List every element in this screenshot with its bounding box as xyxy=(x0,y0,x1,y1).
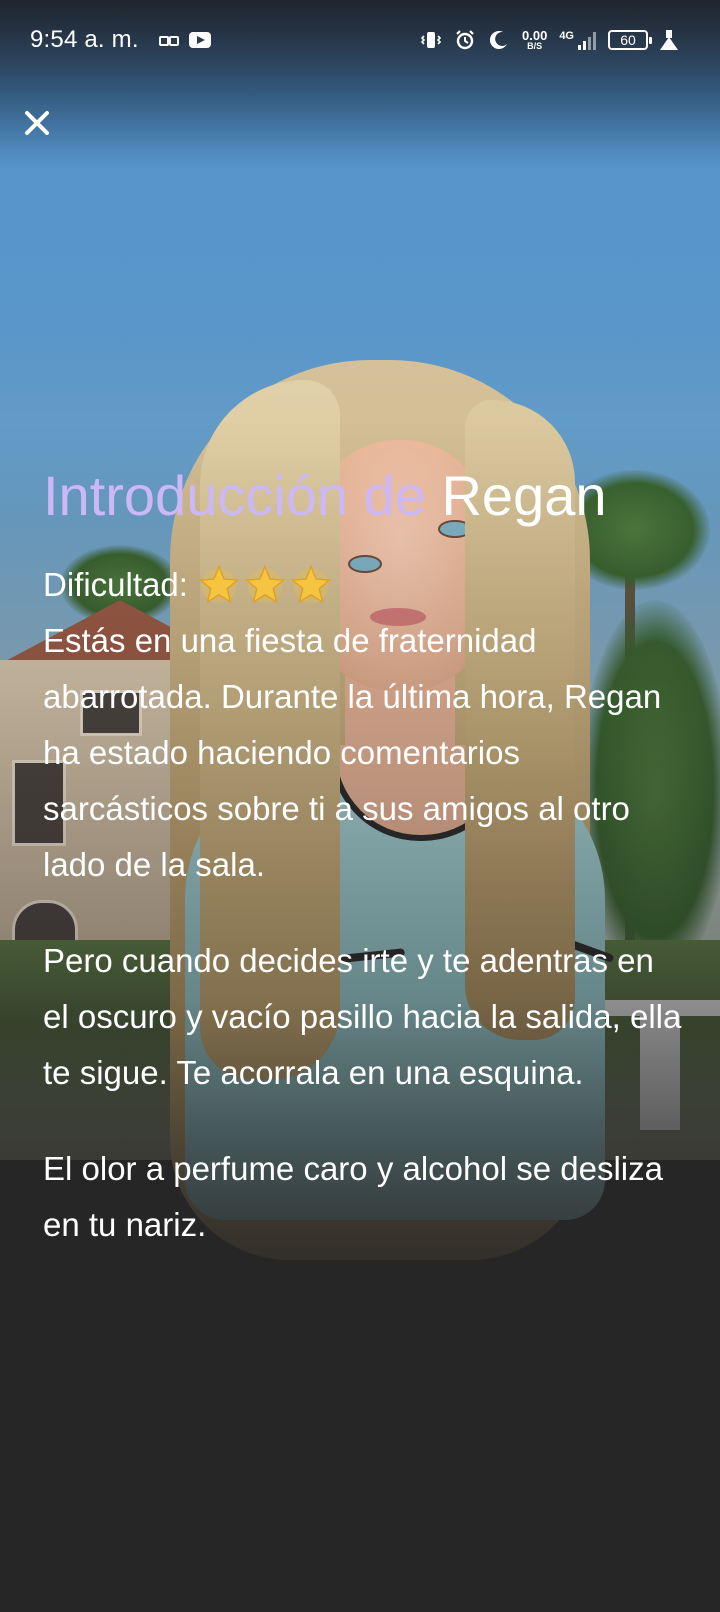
screen: 9:54 a. m. 0.00 B/S 4G 60 Introducción d… xyxy=(0,0,720,1612)
close-button[interactable] xyxy=(16,102,58,144)
star-icon xyxy=(290,564,332,604)
network-type: 4G xyxy=(559,30,574,42)
battery-icon: 60 xyxy=(608,30,652,50)
signal-icon: 4G xyxy=(559,30,596,50)
flask-icon xyxy=(660,30,678,50)
net-speed: 0.00 B/S xyxy=(522,29,547,51)
character-name: Regan xyxy=(441,464,607,527)
vibrate-icon xyxy=(420,29,442,51)
intro-content: Introducción de Regan Dificultad: Estás … xyxy=(43,462,683,1253)
intro-paragraph-3: El olor a perfume caro y alcohol se desl… xyxy=(43,1150,663,1244)
difficulty-stars xyxy=(198,564,336,606)
intro-paragraph-2: Pero cuando decides irte y te adentras e… xyxy=(43,942,682,1092)
intro-title: Introducción de Regan xyxy=(43,462,683,529)
net-speed-unit: B/S xyxy=(527,41,543,51)
difficulty-label: Dificultad: xyxy=(43,566,188,604)
status-bar: 9:54 a. m. 0.00 B/S 4G 60 xyxy=(0,0,720,80)
status-right: 0.00 B/S 4G 60 xyxy=(420,29,690,51)
glasses-icon xyxy=(158,35,179,46)
title-prefix: Introducción de xyxy=(43,464,426,527)
moon-icon xyxy=(488,29,510,51)
status-left: 9:54 a. m. xyxy=(30,26,223,54)
clock: 9:54 a. m. xyxy=(30,26,139,53)
alarm-icon xyxy=(454,29,476,51)
youtube-icon xyxy=(188,32,211,48)
difficulty-row: Dificultad: xyxy=(43,557,683,613)
star-icon xyxy=(198,564,240,604)
intro-paragraph-1: Estás en una fiesta de fraternidad abarr… xyxy=(43,622,662,884)
star-icon xyxy=(244,564,286,604)
close-icon[interactable] xyxy=(23,109,51,137)
battery-level: 60 xyxy=(620,32,636,48)
